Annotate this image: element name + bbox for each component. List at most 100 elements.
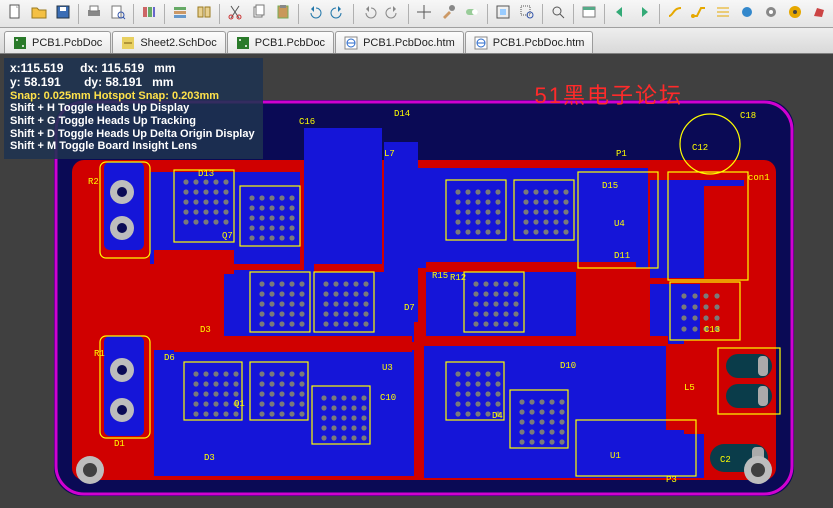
place-poly-icon <box>811 4 827 23</box>
tab-1[interactable]: Sheet2.SchDoc <box>112 31 225 53</box>
route-diff-icon <box>667 4 683 23</box>
pcb-doc-icon <box>13 36 27 50</box>
toolbar-separator <box>659 4 660 24</box>
svg-text:D10: D10 <box>560 361 576 371</box>
save-file-button[interactable] <box>52 3 74 25</box>
hud-x-value: 115.519 <box>21 61 64 75</box>
open-file-button[interactable] <box>28 3 50 25</box>
new-file-button[interactable] <box>4 3 26 25</box>
preview-icon <box>110 4 126 23</box>
tools-icon <box>440 4 456 23</box>
book-button[interactable] <box>193 3 215 25</box>
tab-0[interactable]: PCB1.PcbDoc <box>4 31 111 53</box>
print-icon <box>86 4 102 23</box>
place-poly-button[interactable] <box>808 3 830 25</box>
svg-text:D11: D11 <box>614 251 630 261</box>
net-color-icon <box>739 4 755 23</box>
book-icon <box>196 4 212 23</box>
preview-button[interactable] <box>107 3 129 25</box>
hud-y-label: y: <box>10 75 21 89</box>
svg-text:C10: C10 <box>380 393 396 403</box>
pcb-doc-icon <box>236 36 250 50</box>
toolbar-separator <box>573 4 574 24</box>
browse-back-button[interactable] <box>609 3 631 25</box>
toolbar-separator <box>78 4 79 24</box>
route-diff-button[interactable] <box>664 3 686 25</box>
svg-text:L7: L7 <box>384 149 395 159</box>
svg-text:R12: R12 <box>450 273 466 283</box>
place-pad-button[interactable] <box>784 3 806 25</box>
toolbar-right-group: A <box>657 3 833 25</box>
cut-button[interactable] <box>224 3 246 25</box>
htm-doc-icon <box>474 36 488 50</box>
toggle-button[interactable] <box>461 3 483 25</box>
zoom-region-icon <box>519 4 535 23</box>
copy-icon <box>251 4 267 23</box>
tab-3[interactable]: PCB1.PcbDoc.htm <box>335 31 464 53</box>
route-multi-button[interactable] <box>712 3 734 25</box>
toolbar-separator <box>353 4 354 24</box>
svg-text:U3: U3 <box>382 363 393 373</box>
svg-text:Q1: Q1 <box>234 399 245 409</box>
stack-manager-icon <box>172 4 188 23</box>
zoom-region-button[interactable] <box>516 3 538 25</box>
browse-icon <box>581 4 597 23</box>
tab-2[interactable]: PCB1.PcbDoc <box>227 31 334 53</box>
tab-label: PCB1.PcbDoc.htm <box>363 37 455 49</box>
hud-dy-value: 58.191 <box>105 75 142 89</box>
copy-button[interactable] <box>248 3 270 25</box>
svg-text:D15: D15 <box>602 181 618 191</box>
cut-icon <box>227 4 243 23</box>
svg-text:R2: R2 <box>88 177 99 187</box>
route-multi-icon <box>715 4 731 23</box>
undo-sel-icon <box>361 4 377 23</box>
svg-text:D4: D4 <box>492 411 503 421</box>
pcb-workspace[interactable]: x:115.519 dx: 115.519 mm y: 58.191 dy: 5… <box>0 54 833 508</box>
tab-4[interactable]: PCB1.PcbDoc.htm <box>465 31 594 53</box>
heads-up-display: x:115.519 dx: 115.519 mm y: 58.191 dy: 5… <box>4 58 263 159</box>
place-via-button[interactable] <box>760 3 782 25</box>
print-button[interactable] <box>83 3 105 25</box>
hud-unit: mm <box>154 61 175 75</box>
undo-icon <box>306 4 322 23</box>
crosshair-icon <box>416 4 432 23</box>
stack-manager-button[interactable] <box>169 3 191 25</box>
paste-button[interactable] <box>272 3 294 25</box>
library-button[interactable] <box>138 3 160 25</box>
fit-button[interactable] <box>492 3 514 25</box>
browse-fwd-button[interactable] <box>633 3 655 25</box>
tab-label: PCB1.PcbDoc <box>255 37 325 49</box>
toolbar-separator <box>408 4 409 24</box>
tab-label: PCB1.PcbDoc <box>32 37 102 49</box>
undo-button[interactable] <box>303 3 325 25</box>
redo-button[interactable] <box>327 3 349 25</box>
hud-unit2: mm <box>152 75 173 89</box>
find-icon <box>550 4 566 23</box>
svg-text:con1: con1 <box>748 173 770 183</box>
svg-text:U1: U1 <box>610 451 621 461</box>
svg-text:D3: D3 <box>200 325 211 335</box>
open-file-icon <box>31 4 47 23</box>
pcb-board[interactable]: D14C16C18L7D13R2P1C12con1D15U4Q7D11R15R1… <box>54 100 794 496</box>
tab-label: PCB1.PcbDoc.htm <box>493 37 585 49</box>
library-icon <box>141 4 157 23</box>
route-interactive-button[interactable] <box>688 3 710 25</box>
svg-text:C13: C13 <box>704 325 720 335</box>
crosshair-button[interactable] <box>413 3 435 25</box>
toggle-icon <box>464 4 480 23</box>
browse-button[interactable] <box>578 3 600 25</box>
svg-text:Q7: Q7 <box>222 231 233 241</box>
tools-button[interactable] <box>437 3 459 25</box>
toolbar-separator <box>298 4 299 24</box>
find-button[interactable] <box>547 3 569 25</box>
toolbar-separator <box>604 4 605 24</box>
sch-doc-icon <box>121 36 135 50</box>
hud-hint: Shift + G Toggle Heads Up Tracking <box>10 115 255 128</box>
browse-fwd-icon <box>636 4 652 23</box>
undo-sel-button[interactable] <box>358 3 380 25</box>
toolbar-separator <box>542 4 543 24</box>
net-color-button[interactable] <box>736 3 758 25</box>
redo-sel-button[interactable] <box>382 3 404 25</box>
new-file-icon <box>7 4 23 23</box>
watermark-text: 51黑电子论坛 <box>535 78 683 110</box>
